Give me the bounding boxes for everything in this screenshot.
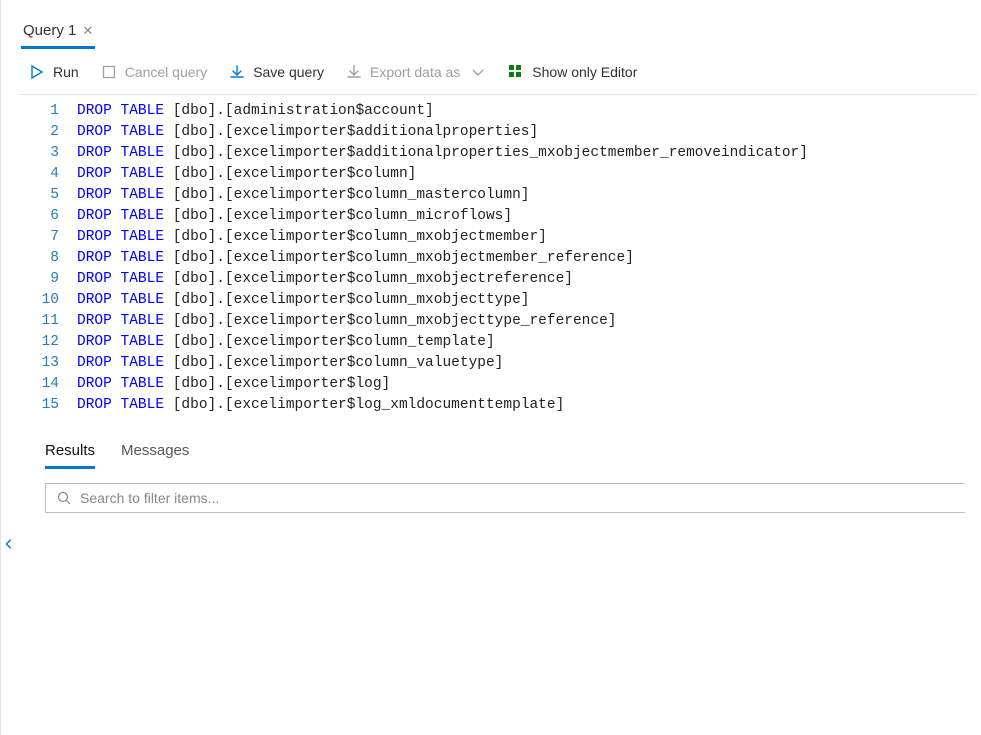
line-number-gutter: 123456789101112131415: [19, 95, 77, 420]
code-line[interactable]: DROP TABLE [dbo].[excelimporter$column_m…: [77, 248, 808, 269]
code-line[interactable]: DROP TABLE [dbo].[excelimporter$column_m…: [77, 311, 808, 332]
results-pane: Results Messages: [1, 420, 981, 513]
line-number: 9: [19, 269, 59, 290]
close-icon[interactable]: ✕: [82, 23, 93, 39]
collapse-results-handle[interactable]: [1, 530, 17, 558]
show-editor-label: Show only Editor: [532, 64, 637, 80]
line-number: 7: [19, 227, 59, 248]
query-tabstrip: Query 1 ✕: [1, 0, 981, 50]
code-line[interactable]: DROP TABLE [dbo].[administration$account…: [77, 101, 808, 122]
results-search-input[interactable]: [80, 490, 955, 506]
line-number: 6: [19, 206, 59, 227]
tab-results[interactable]: Results: [45, 438, 95, 469]
export-label: Export data as: [370, 64, 460, 80]
code-line[interactable]: DROP TABLE [dbo].[excelimporter$column_t…: [77, 332, 808, 353]
cancel-label: Cancel query: [125, 64, 208, 80]
line-number: 8: [19, 248, 59, 269]
download-icon: [346, 64, 362, 80]
code-area[interactable]: DROP TABLE [dbo].[administration$account…: [77, 95, 808, 420]
code-line[interactable]: DROP TABLE [dbo].[excelimporter$column_v…: [77, 353, 808, 374]
line-number: 15: [19, 395, 59, 416]
tab-messages[interactable]: Messages: [121, 438, 189, 469]
download-icon: [229, 64, 245, 80]
code-line[interactable]: DROP TABLE [dbo].[excelimporter$log_xmld…: [77, 395, 808, 416]
cancel-query-button: Cancel query: [101, 64, 208, 80]
code-line[interactable]: DROP TABLE [dbo].[excelimporter$column_m…: [77, 185, 808, 206]
line-number: 12: [19, 332, 59, 353]
save-label: Save query: [253, 64, 324, 80]
results-tabstrip: Results Messages: [45, 438, 965, 469]
line-number: 13: [19, 353, 59, 374]
line-number: 5: [19, 185, 59, 206]
line-number: 11: [19, 311, 59, 332]
line-number: 4: [19, 164, 59, 185]
code-line[interactable]: DROP TABLE [dbo].[excelimporter$addition…: [77, 122, 808, 143]
code-line[interactable]: DROP TABLE [dbo].[excelimporter$column_m…: [77, 290, 808, 311]
run-button[interactable]: Run: [29, 64, 79, 80]
stop-icon: [101, 64, 117, 80]
export-data-button: Export data as: [346, 64, 486, 80]
grid-icon: [508, 64, 524, 80]
tab-label: Query 1: [23, 22, 76, 39]
code-line[interactable]: DROP TABLE [dbo].[excelimporter$column]: [77, 164, 808, 185]
code-line[interactable]: DROP TABLE [dbo].[excelimporter$column_m…: [77, 206, 808, 227]
line-number: 3: [19, 143, 59, 164]
results-search[interactable]: [45, 483, 965, 513]
play-icon: [29, 64, 45, 80]
chevron-down-icon: [470, 64, 486, 80]
query-toolbar: Run Cancel query Save query Export data …: [1, 50, 981, 94]
save-query-button[interactable]: Save query: [229, 64, 324, 80]
line-number: 1: [19, 101, 59, 122]
tab-query-1[interactable]: Query 1 ✕: [21, 16, 95, 49]
run-label: Run: [53, 64, 79, 80]
sql-editor[interactable]: 123456789101112131415 DROP TABLE [dbo].[…: [19, 94, 977, 420]
search-icon: [56, 490, 72, 506]
show-only-editor-button[interactable]: Show only Editor: [508, 64, 637, 80]
line-number: 14: [19, 374, 59, 395]
code-line[interactable]: DROP TABLE [dbo].[excelimporter$column_m…: [77, 227, 808, 248]
code-line[interactable]: DROP TABLE [dbo].[excelimporter$addition…: [77, 143, 808, 164]
code-line[interactable]: DROP TABLE [dbo].[excelimporter$column_m…: [77, 269, 808, 290]
code-line[interactable]: DROP TABLE [dbo].[excelimporter$log]: [77, 374, 808, 395]
line-number: 2: [19, 122, 59, 143]
line-number: 10: [19, 290, 59, 311]
